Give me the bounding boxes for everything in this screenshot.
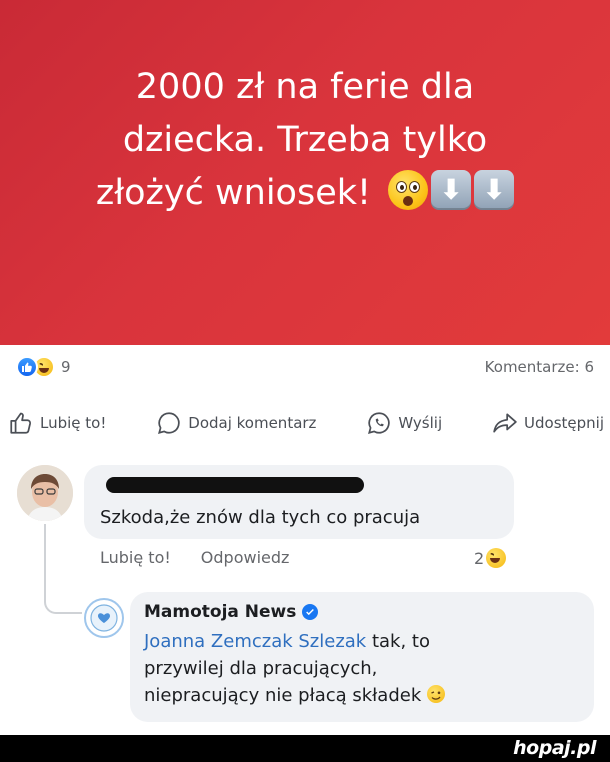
reaction-count: 9 [61,358,71,376]
banner-line-3: złożyć wniosek! ⬇ ⬇ [95,167,515,220]
reply-text-line-1: tak, to [366,631,430,652]
page-avatar[interactable] [84,598,124,638]
reply-thread-line [44,524,82,614]
redacted-author-name [106,477,364,493]
post-stats-bar: 9 Komentarze: 6 [16,352,594,382]
post-actions-bar: Lubię to! Dodaj komentarz Wyślij Udostęp… [8,403,604,443]
winking-face-icon [427,685,446,703]
mamotoja-logo-icon [90,604,118,632]
like-reaction-icon [16,356,38,378]
post-image-banner[interactable]: 2000 zł na ferie dla dziecka. Trzeba tyl… [0,0,610,345]
commenter-avatar[interactable] [17,465,73,521]
comments-count-link[interactable]: Komentarze: 6 [485,358,594,376]
mention-link[interactable]: Joanna Zemczak Szlezak [144,631,366,652]
banner-line-3-text: złożyć wniosek! [95,172,372,213]
banner-emojis: ⬇ ⬇ [388,169,515,210]
down-arrow-key-icon: ⬇ [474,169,515,210]
send-button-label: Wyślij [398,414,443,432]
hopaj-logo: hopaj.pl [513,737,596,759]
reply-text-line-2: przywilej dla pracujących, [144,658,378,679]
banner-line-1: 2000 zł na ferie dla [135,66,475,107]
reply-bubble: Mamotoja News Joanna Zemczak Szlezak tak… [130,592,594,722]
watermark-footer: hopaj.pl [0,735,610,762]
comment-actions: Lubię to! Odpowiedz [100,548,289,567]
send-button[interactable]: Wyślij [366,410,442,436]
share-button-label: Udostępnij [524,414,604,432]
comment-reply-link[interactable]: Odpowiedz [201,548,290,567]
whatsapp-icon [368,412,391,434]
thumbs-up-icon [10,412,31,434]
reactions-summary[interactable]: 9 [16,356,71,378]
comment-reactions[interactable]: 2 [474,548,507,568]
comment-like-link[interactable]: Lubię to! [100,548,171,567]
astonished-face-icon [388,169,429,210]
comment-bubble-icon [158,412,180,434]
reply-author-name: Mamotoja News [144,602,297,622]
comment-button-label: Dodaj komentarz [188,414,317,432]
reply-text: Joanna Zemczak Szlezak tak, to przywilej… [144,628,580,709]
like-button-label: Lubię to! [40,414,107,432]
post-image-text: 2000 zł na ferie dla dziecka. Trzeba tyl… [95,61,515,220]
banner-line-2: dziecka. Trzeba tylko [122,119,488,160]
comment-reaction-count: 2 [474,548,485,568]
comment-button[interactable]: Dodaj komentarz [156,410,316,436]
comment-text: Szkoda,że znów dla tych co pracuja [100,507,421,528]
share-button[interactable]: Udostępnij [492,410,604,436]
haha-reaction-icon [486,548,507,568]
comment-bubble: Szkoda,że znów dla tych co pracuja [84,465,514,539]
reply-text-line-3: niepracujący nie płacą składek [144,685,422,706]
share-arrow-icon [493,413,517,433]
reply-author[interactable]: Mamotoja News [144,602,580,622]
like-button[interactable]: Lubię to! [8,410,106,436]
verified-badge-icon [302,604,319,620]
down-arrow-key-icon: ⬇ [431,169,472,210]
